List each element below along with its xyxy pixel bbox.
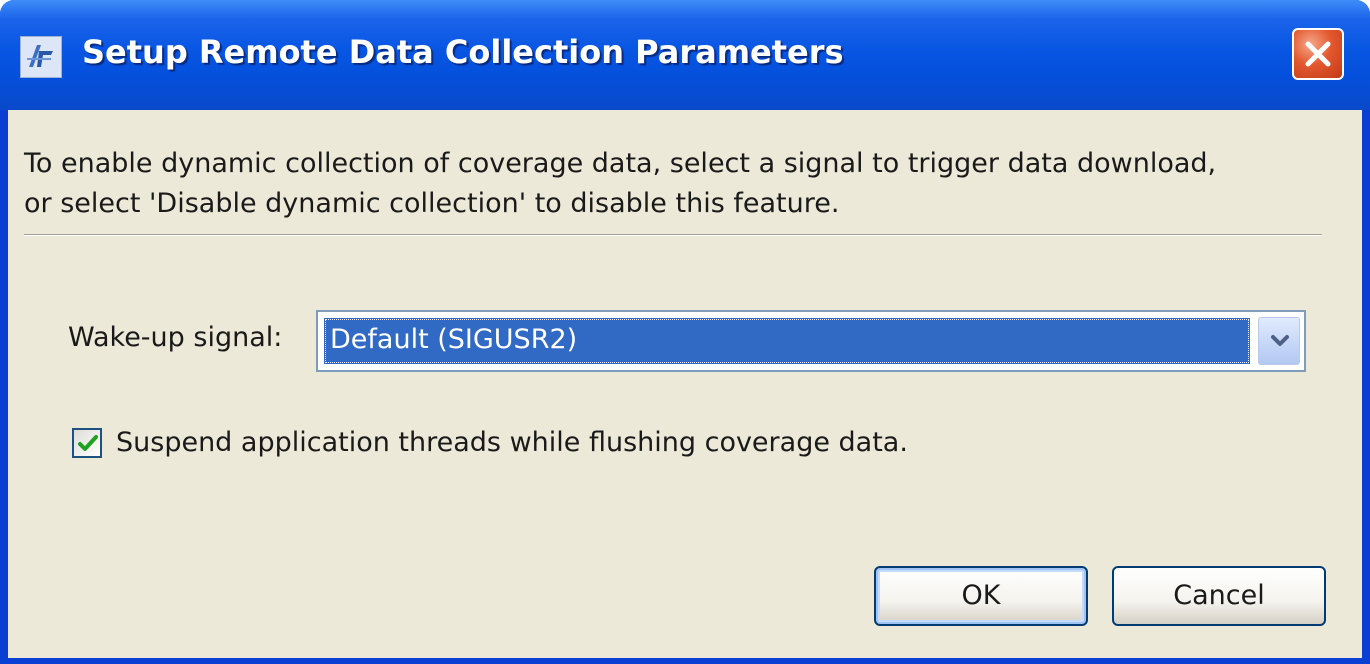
dropdown-arrow-button[interactable]: [1258, 317, 1300, 365]
dialog-window: Setup Remote Data Collection Parameters …: [0, 0, 1370, 664]
wake-up-signal-selected-value: Default (SIGUSR2): [324, 318, 1250, 364]
checkmark-icon: [78, 435, 98, 451]
ok-button[interactable]: OK: [874, 566, 1088, 626]
suspend-threads-label: Suspend application threads while flushi…: [116, 427, 908, 458]
window-title: Setup Remote Data Collection Parameters: [82, 33, 844, 71]
app-logo-icon: [20, 36, 62, 78]
description-line-1: To enable dynamic collection of coverage…: [24, 148, 1217, 179]
suspend-threads-checkbox[interactable]: [72, 428, 102, 458]
description-line-2: or select 'Disable dynamic collection' t…: [24, 188, 840, 219]
chevron-down-icon: [1271, 335, 1289, 346]
dialog-body: To enable dynamic collection of coverage…: [8, 110, 1362, 658]
description-text: To enable dynamic collection of coverage…: [24, 144, 1344, 224]
cancel-button[interactable]: Cancel: [1112, 566, 1326, 626]
wake-up-signal-label: Wake-up signal:: [68, 322, 283, 353]
close-button[interactable]: [1292, 28, 1344, 80]
separator: [24, 234, 1322, 236]
wake-up-signal-dropdown[interactable]: Default (SIGUSR2): [316, 310, 1306, 372]
title-bar[interactable]: Setup Remote Data Collection Parameters: [0, 0, 1370, 110]
close-icon: [1305, 41, 1331, 67]
